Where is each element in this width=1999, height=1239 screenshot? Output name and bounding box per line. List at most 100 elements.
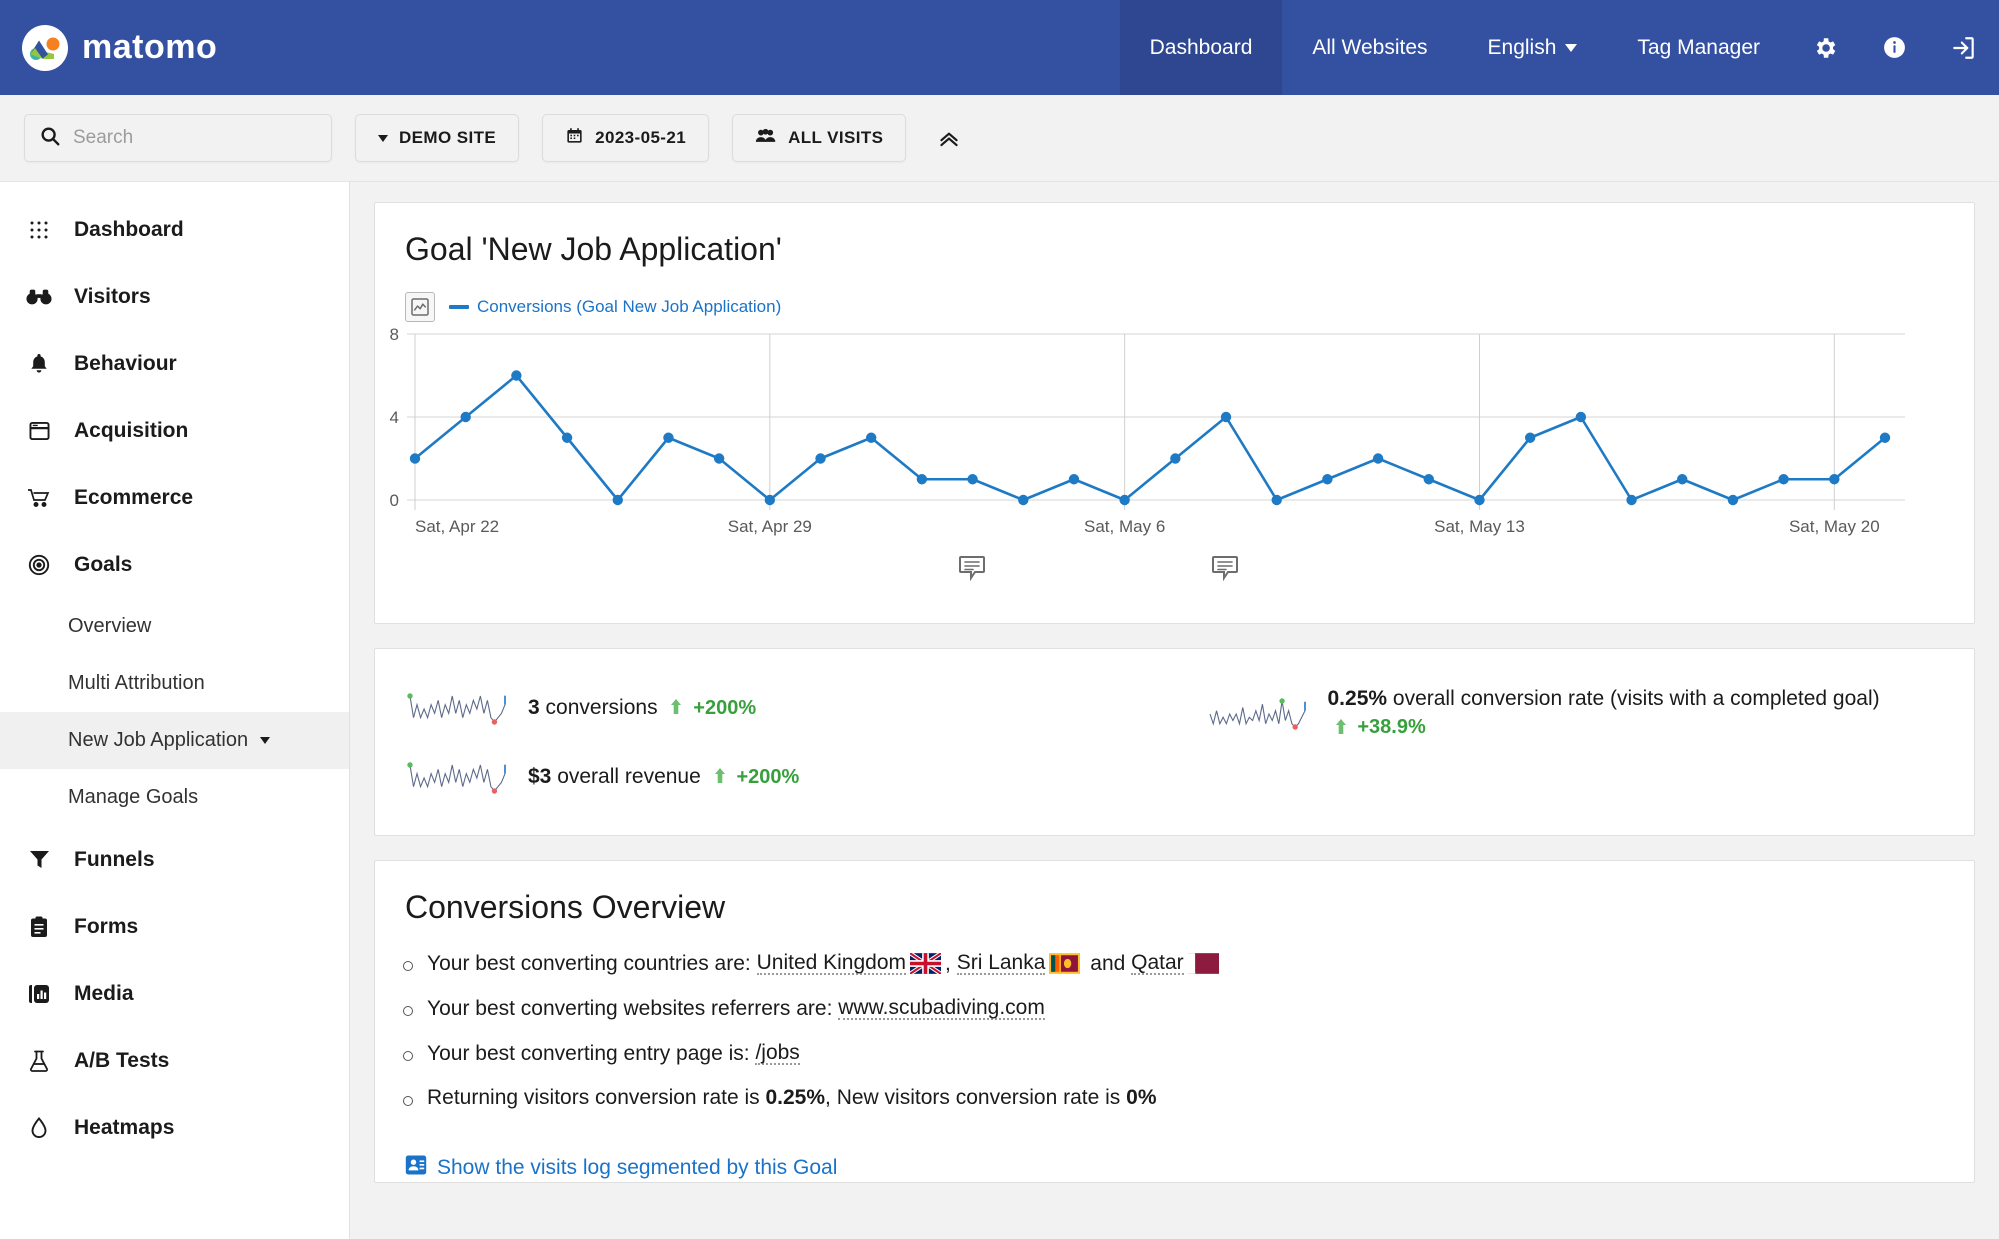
sidebar-item-heatmaps[interactable]: Heatmaps	[0, 1094, 349, 1161]
sidebar-item-funnels[interactable]: Funnels	[0, 826, 349, 893]
sidebar-item-goals[interactable]: Goals	[0, 531, 349, 598]
evolution-chart[interactable]: 0 4 8 Sat, Apr 22 Sat, Apr 29 Sat, May 6 Sat, …	[375, 322, 1974, 607]
sparkline-graph	[405, 754, 510, 801]
search-icon	[39, 125, 61, 152]
sparkline-revenue[interactable]: $3 overall revenue +200%	[405, 754, 1175, 801]
metric-evolution: +200%	[736, 766, 800, 789]
sidebar-label: Forms	[74, 914, 139, 938]
sidebar-item-acquisition[interactable]: Acquisition	[0, 397, 349, 464]
nav-all-websites[interactable]: All Websites	[1282, 0, 1457, 95]
date-selector-label: 2023-05-21	[595, 128, 687, 147]
nav-tag-manager[interactable]: Tag Manager	[1607, 0, 1790, 95]
sparkline-svg	[1208, 698, 1306, 730]
sidebar-sub-label: New Job Application	[68, 729, 249, 751]
item-separator: ,	[945, 952, 951, 975]
annotation-icon[interactable]	[958, 555, 987, 586]
segment-selector[interactable]: ALL VISITS	[732, 114, 907, 162]
sidebar-item-ab-tests[interactable]: A/B Tests	[0, 1027, 349, 1094]
sign-in-icon[interactable]	[1929, 0, 1999, 95]
site-selector[interactable]: DEMO SITE	[355, 114, 520, 162]
grid-icon	[26, 220, 52, 240]
referrer-link[interactable]: www.scubadiving.com	[838, 997, 1045, 1020]
sidebar-label: Media	[74, 981, 134, 1005]
search-box[interactable]	[24, 114, 332, 162]
search-input[interactable]	[73, 127, 317, 149]
window-icon	[26, 421, 52, 441]
target-icon	[26, 554, 52, 576]
top-navigation: Dashboard All Websites English Tag Manag…	[1119, 0, 1999, 95]
metric-value: 0.25%	[1327, 687, 1388, 710]
media-bars-icon	[26, 984, 52, 1004]
sparkline-conversions[interactable]: 3 conversions +200%	[405, 685, 1175, 732]
metric-label: overall conversion rate (visits with a c…	[1392, 687, 1880, 710]
list-item: Returning visitors conversion rate is 0.…	[403, 1086, 1974, 1109]
chart-annotations-row	[375, 547, 1954, 607]
entry-page-link[interactable]: /jobs	[755, 1042, 800, 1065]
arrow-up-icon	[669, 694, 683, 722]
flag-qa-icon	[1187, 953, 1219, 974]
legend-item-conversions[interactable]: Conversions (Goal New Job Application)	[449, 297, 781, 317]
sidebar-item-media[interactable]: Media	[0, 960, 349, 1027]
sidebar-label: Ecommerce	[74, 485, 194, 509]
sidebar-item-ecommerce[interactable]: Ecommerce	[0, 464, 349, 531]
nav-language-label: English	[1487, 35, 1557, 59]
flag-gb-icon	[908, 951, 943, 976]
sidebar-label: Goals	[74, 552, 133, 576]
clipboard-icon	[26, 916, 52, 938]
sidebar-item-multi-attribution[interactable]: Multi Attribution	[0, 655, 349, 712]
legend-color-swatch	[449, 305, 469, 309]
matomo-logo[interactable]: matomo	[0, 0, 217, 95]
metric-value: $3	[528, 765, 552, 789]
site-selector-label: DEMO SITE	[399, 128, 497, 147]
metric-evolution: +200%	[693, 697, 757, 720]
sparklines-card: 3 conversions +200% $3 overall revenue +…	[374, 648, 1975, 836]
sidebar-item-overview[interactable]: Overview	[0, 598, 349, 655]
flag-lk-icon	[1049, 953, 1081, 974]
metric-value: 3	[528, 696, 540, 720]
sidebar-item-visitors[interactable]: Visitors	[0, 263, 349, 330]
chevron-down-icon	[378, 134, 388, 142]
nav-dashboard[interactable]: Dashboard	[1119, 0, 1283, 95]
conversions-overview-list: Your best converting countries are: Unit…	[375, 926, 1974, 1142]
country-link-qatar[interactable]: Qatar	[1131, 952, 1184, 975]
sidebar-item-dashboard[interactable]: Dashboard	[0, 196, 349, 263]
country-link-sri-lanka[interactable]: Sri Lanka	[956, 952, 1046, 975]
svg-text:0: 0	[390, 491, 399, 510]
chevron-down-icon	[1565, 43, 1578, 52]
chart-type-icon[interactable]	[405, 292, 435, 322]
svg-text:Sat, May 13: Sat, May 13	[1434, 517, 1525, 536]
sparkline-text: 3 conversions +200%	[528, 694, 756, 723]
nav-language-selector[interactable]: English	[1458, 0, 1608, 95]
sparklines-left-column: 3 conversions +200% $3 overall revenue +…	[375, 685, 1175, 801]
conversions-overview-title: Conversions Overview	[405, 889, 726, 925]
flask-icon	[26, 1050, 52, 1072]
sidebar-label: Acquisition	[74, 418, 189, 442]
sidebar-item-manage-goals[interactable]: Manage Goals	[0, 769, 349, 826]
collapse-toolbar-button[interactable]	[929, 118, 969, 158]
arrow-up-icon	[713, 763, 727, 791]
chart-legend: Conversions (Goal New Job Application)	[375, 268, 1974, 322]
svg-text:8: 8	[390, 325, 399, 344]
legend-label-text: Conversions (Goal New Job Application)	[477, 297, 782, 316]
top-header-bar: matomo Dashboard All Websites English Ta…	[0, 0, 1999, 95]
sidebar-label: Heatmaps	[74, 1115, 175, 1139]
date-selector[interactable]: 2023-05-21	[542, 114, 710, 162]
sidebar-item-forms[interactable]: Forms	[0, 893, 349, 960]
sparkline-conversion-rate[interactable]: 0.25% overall conversion rate (visits wi…	[1205, 685, 1975, 742]
arrow-up-icon	[1334, 714, 1348, 742]
item-prefix: Your best converting websites referrers …	[427, 997, 833, 1020]
list-item: Your best converting websites referrers …	[403, 997, 1974, 1020]
country-link-uk[interactable]: United Kingdom	[756, 952, 907, 975]
show-visits-log-link[interactable]: Show the visits log segmented by this Go…	[375, 1142, 1974, 1182]
sidebar-item-behaviour[interactable]: Behaviour	[0, 330, 349, 397]
info-icon[interactable]	[1860, 0, 1929, 95]
sidebar-label: Funnels	[74, 847, 155, 871]
sparkline-svg	[407, 693, 506, 725]
new-visitor-rate: 0%	[1126, 1086, 1157, 1109]
annotation-icon[interactable]	[1212, 555, 1240, 586]
sparkline-svg	[407, 762, 506, 794]
droplet-icon	[26, 1116, 52, 1139]
metric-evolution: +38.9%	[1357, 716, 1426, 739]
sidebar-item-new-job-application[interactable]: New Job Application	[0, 712, 349, 769]
gear-icon[interactable]	[1790, 0, 1860, 95]
